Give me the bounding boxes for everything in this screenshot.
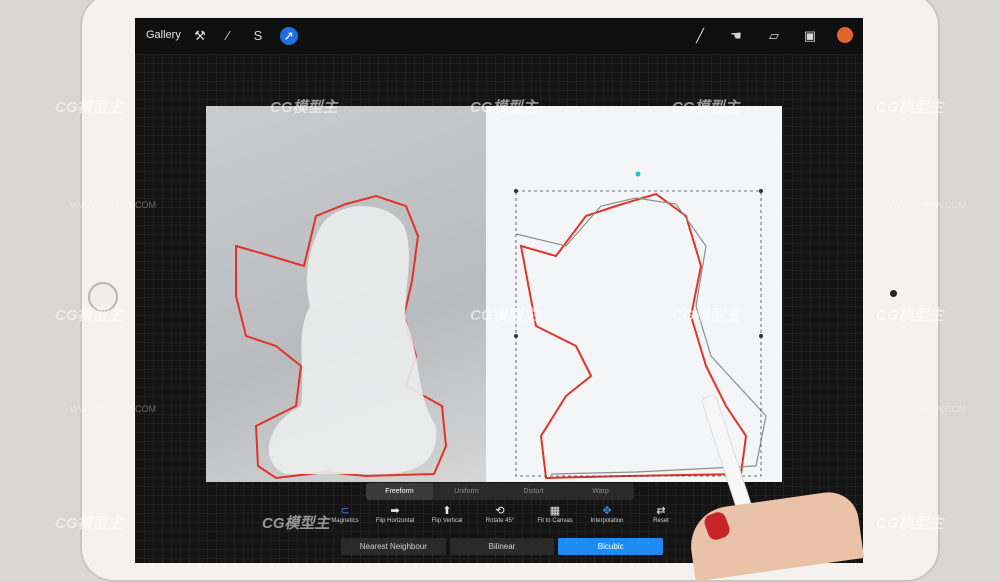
flip-horizontal-icon: ➡ xyxy=(390,505,400,517)
front-camera xyxy=(890,290,897,297)
wrench-icon[interactable]: ⚒ xyxy=(191,27,209,45)
mode-freeform[interactable]: Freeform xyxy=(366,483,433,500)
watermark: CG模型主 xyxy=(470,307,538,324)
transform-arrow-icon[interactable]: ➚ xyxy=(280,27,298,45)
transform-mode-bar: Freeform Uniform Distort Warp xyxy=(366,483,634,500)
watermark-url: WWW.CGMXW.COM xyxy=(880,404,966,414)
bicubic-option[interactable]: Bicubic xyxy=(558,538,664,555)
mode-warp[interactable]: Warp xyxy=(567,483,634,500)
nearest-neighbour-option[interactable]: Nearest Neighbour xyxy=(341,538,446,555)
watermark: CG模型主 xyxy=(672,307,740,324)
mode-uniform[interactable]: Uniform xyxy=(433,483,500,500)
mode-distort[interactable]: Distort xyxy=(500,483,567,500)
magnetics-label: Magnetics xyxy=(331,518,359,524)
transform-handle xyxy=(759,189,763,193)
sketch-strokes xyxy=(235,171,767,480)
brush-icon[interactable]: ╱ xyxy=(691,27,709,45)
watermark: CG模型主 xyxy=(262,515,330,532)
flip-vertical-icon: ⬆ xyxy=(442,505,452,517)
transform-handle xyxy=(514,334,518,338)
watermark: CG模型主 xyxy=(672,99,740,116)
rotate-label: Rotate 45° xyxy=(485,518,515,524)
reset-label: Reset xyxy=(653,518,669,524)
transform-handle xyxy=(759,334,763,338)
color-swatch[interactable] xyxy=(837,27,853,43)
top-toolbar: Gallery ⚒ ⁄ S ➚ ╱ ☚ ▱ ▣ xyxy=(135,18,863,54)
smudge-icon[interactable]: ☚ xyxy=(727,27,745,45)
adjustments-icon[interactable]: ⁄ xyxy=(219,27,237,45)
bilinear-option[interactable]: Bilinear xyxy=(449,538,555,555)
selection-icon[interactable]: S xyxy=(249,27,267,45)
fit-canvas-label: Fit to Canvas xyxy=(537,518,573,524)
eraser-icon[interactable]: ▱ xyxy=(765,27,783,45)
watermark: CG模型主 xyxy=(876,515,944,532)
rotate-icon: ⟲ xyxy=(495,505,505,517)
flip-vertical-button[interactable]: ⬆ Flip Vertical xyxy=(417,504,477,524)
reset-icon: ⇄ xyxy=(656,505,666,517)
interpolation-button[interactable]: ✥ Interpolation xyxy=(577,504,637,524)
watermark: CG模型主 xyxy=(876,99,944,116)
interpolation-icon: ✥ xyxy=(602,505,612,517)
fit-canvas-icon: ▦ xyxy=(549,505,561,517)
watermark: CG模型主 xyxy=(270,99,338,116)
reset-button[interactable]: ⇄ Reset xyxy=(631,504,691,524)
drawing-canvas[interactable] xyxy=(206,106,782,482)
transform-toolbar: ⊂ Magnetics ➡ Flip Horizontal ⬆ Flip Vertic… xyxy=(315,504,675,534)
gallery-button[interactable]: Gallery xyxy=(146,29,181,41)
flip-horizontal-button[interactable]: ➡ Flip Horizontal xyxy=(365,504,425,524)
layers-icon[interactable]: ▣ xyxy=(801,27,819,45)
rotation-handle xyxy=(635,171,641,177)
transform-handle xyxy=(514,189,518,193)
fit-canvas-button[interactable]: ▦ Fit to Canvas xyxy=(525,504,585,524)
watermark-url: WWW.CGMXW.COM xyxy=(70,404,156,414)
flip-vertical-label: Flip Vertical xyxy=(431,518,463,524)
flip-horizontal-label: Flip Horizontal xyxy=(375,518,415,524)
angel-body-shape xyxy=(268,206,437,474)
watermark: CG模型主 xyxy=(55,99,123,116)
watermark: CG模型主 xyxy=(470,99,538,116)
watermark: CG模型主 xyxy=(55,307,123,324)
watermark: CG模型主 xyxy=(876,307,944,324)
rotate-button[interactable]: ⟲ Rotate 45° xyxy=(470,504,530,524)
interpolation-options: Nearest Neighbour Bilinear Bicubic xyxy=(341,538,664,555)
watermark: CG模型主 xyxy=(55,515,123,532)
interpolation-label: Interpolation xyxy=(590,518,624,524)
watermark-url: WWW.CGMXW.COM xyxy=(70,200,156,210)
watermark-url: WWW.CGMXW.COM xyxy=(880,200,966,210)
